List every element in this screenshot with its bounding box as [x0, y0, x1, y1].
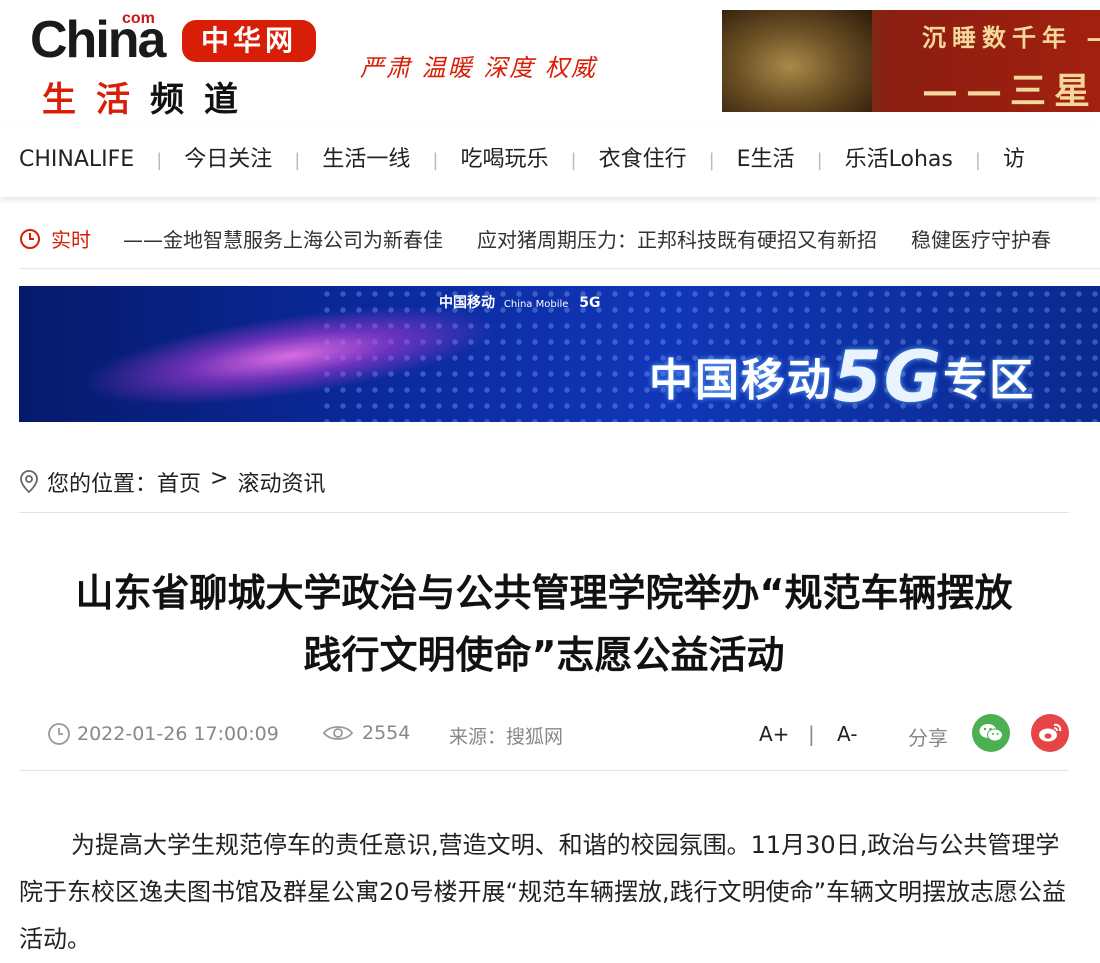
- font-size-divider: |: [808, 722, 815, 746]
- font-decrease-button[interactable]: A-: [837, 722, 857, 746]
- weibo-share-button[interactable]: [1031, 714, 1069, 752]
- clock-icon: [20, 228, 40, 249]
- ad-text-line2: ——三星: [922, 70, 1099, 112]
- ticker-news-link[interactable]: 应对猪周期压力：正邦科技既有硬招又有新招: [477, 228, 877, 252]
- nav-separator: |: [974, 150, 981, 171]
- bronze-mask-image: [722, 10, 872, 112]
- brand-en: China Mobile: [503, 299, 569, 310]
- share-label: 分享: [908, 726, 948, 750]
- article-source: 来源：搜狐网: [449, 726, 564, 748]
- site-slogan: 严肃 温暖 深度 权威: [360, 54, 597, 82]
- view-count: 2554: [322, 722, 410, 744]
- nav-separator: |: [570, 150, 577, 171]
- brand-5g: 5G: [579, 295, 601, 311]
- article-title: 山东省聊城大学政治与公共管理学院举办“规范车辆摆放 践行文明使命”志愿公益活动: [19, 562, 1069, 686]
- china-mobile-5g-banner[interactable]: 中国移动 China Mobile 5G 中国移动5G专区: [19, 286, 1100, 422]
- banner-title-pre: 中国移动: [649, 355, 833, 406]
- ad-text-line1: 沉睡数千年 —: [922, 23, 1100, 52]
- article-title-line1: 山东省聊城大学政治与公共管理学院举办“规范车辆摆放: [75, 571, 1013, 615]
- site-header: China com 中华网 生活频道 严肃 温暖 深度 权威 沉睡数千年 — —…: [0, 0, 1100, 125]
- nav-item[interactable]: 吃喝玩乐: [460, 125, 548, 195]
- nav-item[interactable]: E生活: [737, 125, 795, 195]
- logo-badge: 中华网: [182, 20, 316, 62]
- article-title-line2: 践行文明使命”志愿公益活动: [303, 633, 785, 677]
- brand-cn: 中国移动: [439, 295, 495, 311]
- realtime-ticker: 实时 ——金地智慧服务上海公司为新春佳 应对猪周期压力：正邦科技既有硬招又有新招 稳…: [19, 210, 1100, 269]
- banner-title-post: 专区: [943, 355, 1036, 406]
- clock-icon: [48, 723, 70, 745]
- publish-time-text: 2022-01-26 17:00:09: [77, 723, 279, 745]
- nav-item[interactable]: 衣食住行: [599, 125, 687, 195]
- banner-title-5g: 5G: [833, 336, 944, 418]
- wechat-icon: [979, 724, 1003, 742]
- site-logo[interactable]: China com 中华网 生活频道: [30, 10, 320, 120]
- article-meta: 2022-01-26 17:00:09 2554 来源：搜狐网 A+ | A- …: [19, 714, 1069, 771]
- nav-separator: |: [156, 150, 163, 171]
- ticker-items: ——金地智慧服务上海公司为新春佳 应对猪周期压力：正邦科技既有硬招又有新招 稳健医疗…: [123, 224, 1085, 253]
- weibo-icon: [1039, 723, 1062, 742]
- channel-name-red: 生活: [42, 80, 150, 120]
- logo-com-text: com: [122, 10, 155, 27]
- nav-separator: |: [708, 150, 715, 171]
- channel-name: 生活频道: [42, 72, 258, 121]
- nav-separator: |: [816, 150, 823, 171]
- breadcrumb-current-link[interactable]: 滚动资讯: [237, 466, 325, 498]
- main-nav: CHINALIFE | 今日关注 | 生活一线 | 吃喝玩乐 | 衣食住行 | E生活 | 乐活Loha…: [0, 125, 1100, 197]
- ticker-news-link[interactable]: 稳健医疗守护春: [911, 228, 1051, 252]
- breadcrumb: 您的位置： 首页 > 滚动资讯: [19, 466, 1069, 513]
- ticker-label-text: 实时: [51, 228, 91, 252]
- nav-item[interactable]: 今日关注: [184, 125, 272, 195]
- article-body: 为提高大学生规范停车的责任意识,营造文明、和谐的校园氛围。11月30日,政治与公…: [19, 831, 1067, 953]
- publish-time: 2022-01-26 17:00:09: [47, 722, 279, 746]
- eye-icon: [322, 726, 354, 740]
- china-mobile-brand: 中国移动 China Mobile 5G: [439, 292, 601, 312]
- main-nav-items: CHINALIFE | 今日关注 | 生活一线 | 吃喝玩乐 | 衣食住行 | E生活 | 乐活Loha…: [19, 125, 1025, 196]
- breadcrumb-label: 您的位置：: [47, 472, 158, 497]
- ticker-news-link[interactable]: ——金地智慧服务上海公司为新春佳: [123, 228, 443, 252]
- breadcrumb-separator: >: [210, 466, 229, 491]
- wechat-share-button[interactable]: [972, 714, 1010, 752]
- banner-title: 中国移动5G专区: [649, 336, 1035, 418]
- nav-item[interactable]: 乐活Lohas: [845, 125, 953, 195]
- font-increase-button[interactable]: A+: [759, 722, 789, 746]
- breadcrumb-home-link[interactable]: 首页: [157, 466, 201, 498]
- nav-separator: |: [432, 150, 439, 171]
- nav-separator: |: [294, 150, 301, 171]
- channel-name-black: 频道: [150, 80, 258, 120]
- nav-item[interactable]: CHINALIFE: [19, 125, 134, 195]
- nav-item[interactable]: 访: [1003, 125, 1025, 195]
- top-advertisement[interactable]: 沉睡数千年 — ——三星: [722, 10, 1100, 112]
- nav-item[interactable]: 生活一线: [322, 125, 410, 195]
- view-count-text: 2554: [362, 722, 411, 744]
- ticker-label: 实时: [19, 224, 91, 253]
- location-pin-icon: [20, 470, 38, 494]
